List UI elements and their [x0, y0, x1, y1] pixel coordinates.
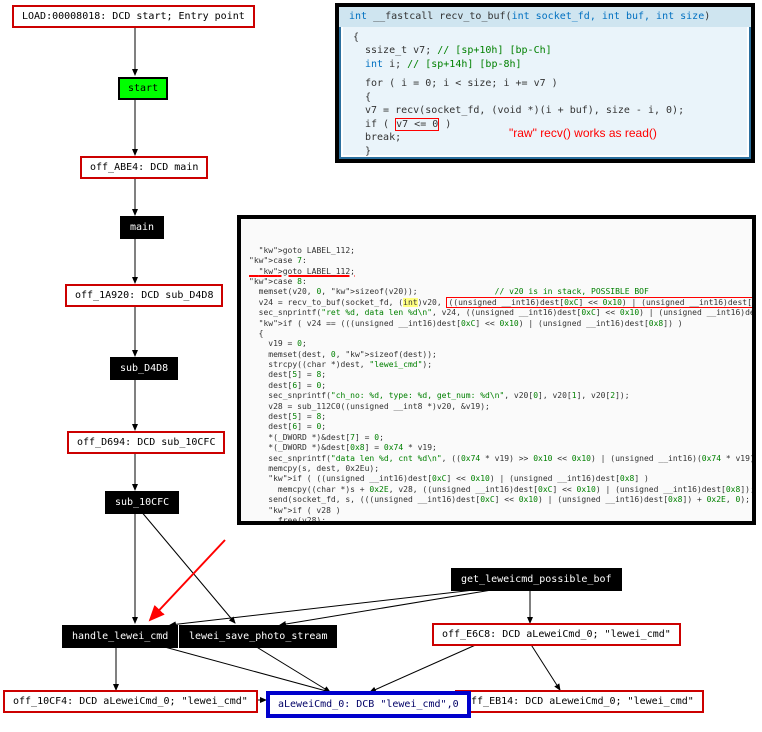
node-off-abe4[interactable]: off_ABE4: DCD main [80, 156, 208, 179]
panel1-sig-fn: __fastcall recv_to_buf( [367, 11, 512, 22]
panel1-sig-close: ) [704, 11, 710, 22]
panel1-sig-args: int socket_fd, int buf, int size [512, 11, 705, 22]
panel1-l4: for ( i = 0; i < size; i += v7 ) [353, 77, 741, 91]
node-off-e6c8[interactable]: off_E6C8: DCD aLeweiCmd_0; "lewei_cmd" [432, 623, 681, 646]
node-get-leweicmd-bof[interactable]: get_leweicmd_possible_bof [451, 568, 622, 591]
node-sub-10cfc[interactable]: sub_10CFC [105, 491, 179, 514]
node-lewei-save-photo[interactable]: lewei_save_photo_stream [179, 625, 337, 648]
node-off-1a920[interactable]: off_1A920: DCD sub_D4D8 [65, 284, 223, 307]
node-aleweicmd-db[interactable]: aLeweiCmd_0: DCB "lewei_cmd",0 [266, 691, 471, 718]
panel1-l2a: int [365, 59, 383, 70]
panel1-sig-ret: int [349, 11, 367, 22]
panel2-code: "kw">goto LABEL_112;"kw">case 7: "kw">go… [249, 246, 744, 525]
node-entry-point[interactable]: LOAD:00008018: DCD start; Entry point [12, 5, 255, 28]
code-panel-recv-to-buf: int __fastcall recv_to_buf(int socket_fd… [335, 3, 755, 163]
node-off-d694[interactable]: off_D694: DCD sub_10CFC [67, 431, 225, 454]
panel1-red-annotation: "raw" recv() works as read() [509, 125, 657, 141]
panel1-l7hl: v7 <= 0 [395, 118, 439, 131]
node-main[interactable]: main [120, 216, 164, 239]
node-sub-d4d8[interactable]: sub_D4D8 [110, 357, 178, 380]
panel1-l7b: ) [439, 119, 451, 130]
node-handle-lewei-cmd[interactable]: handle_lewei_cmd [62, 625, 178, 648]
node-start[interactable]: start [118, 77, 168, 100]
panel1-l10: return i; [353, 158, 741, 163]
panel1-l1a: ssize_t v7; [365, 45, 437, 56]
node-off-eb14[interactable]: off_EB14: DCD aLeweiCmd_0; "lewei_cmd" [455, 690, 704, 713]
panel1-l1b: // [sp+10h] [bp-Ch] [437, 45, 551, 56]
panel1-l2b: i; [383, 59, 407, 70]
panel1-l2c: // [sp+14h] [bp-8h] [407, 59, 521, 70]
panel1-signature: int __fastcall recv_to_buf(int socket_fd… [339, 7, 751, 27]
node-off-10cf4[interactable]: off_10CF4: DCD aLeweiCmd_0; "lewei_cmd" [3, 690, 258, 713]
code-panel-switch: "kw">goto LABEL_112;"kw">case 7: "kw">go… [237, 215, 756, 525]
panel1-l6: v7 = recv(socket_fd, (void *)(i + buf), … [353, 104, 741, 118]
panel1-l9: } [353, 145, 741, 159]
panel1-l7a: if ( [365, 119, 395, 130]
panel1-l5: { [353, 91, 741, 105]
